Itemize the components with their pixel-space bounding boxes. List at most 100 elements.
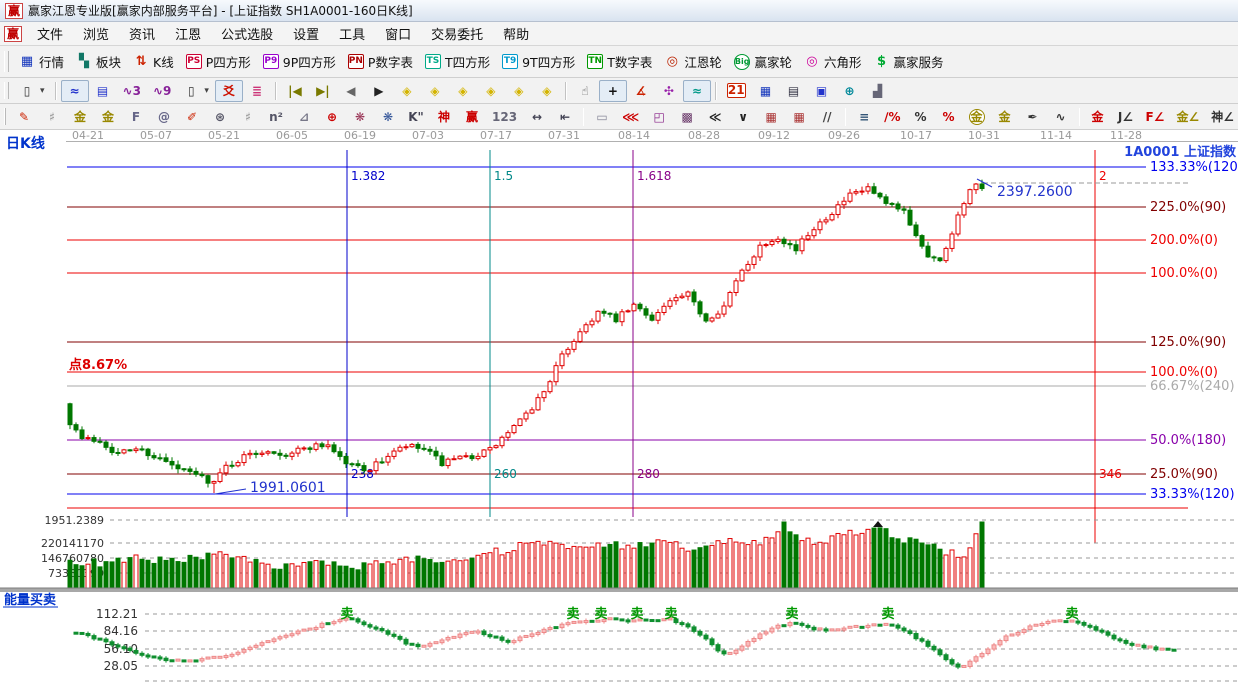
next-page-button[interactable]: ▶ [365,80,393,102]
diamond-right-button[interactable]: ◈ [421,80,449,102]
ink-brush-button[interactable]: ✒ [1019,106,1047,128]
svg-text:09-12: 09-12 [758,130,790,142]
gold-angle2-button[interactable]: 金∠ [1171,106,1206,128]
diamond-left-button[interactable]: ◈ [393,80,421,102]
angle-ruler-button[interactable]: ⊿ [290,106,318,128]
remote-data-button[interactable]: ▟ [864,80,892,102]
marker-pen-button[interactable]: ✐ [178,106,206,128]
sketch-teal-button[interactable]: ≈ [683,80,711,102]
wave9-button[interactable]: ∿9 [147,80,177,102]
price-grid-button[interactable]: ▦ [757,106,785,128]
spider-web-red-button[interactable]: ❋ [346,106,374,128]
winner-wheel-button[interactable]: Big赢家轮 [728,49,798,74]
calculator-button[interactable]: ▦ [752,80,780,102]
toolbar-grip[interactable] [4,82,9,100]
percent-strike-button[interactable]: ∕% [878,106,906,128]
refresh-net-button[interactable]: ⊕ [836,80,864,102]
gold-angle-button[interactable]: 金 [1084,106,1112,128]
f-angle-button[interactable]: F∠ [1140,106,1171,128]
t-square-button[interactable]: TST四方形 [419,49,496,74]
diamond-cross-button[interactable]: ◈ [505,80,533,102]
slant-lines-button[interactable]: // [813,106,841,128]
fan-box-purple-button[interactable]: ◰ [645,106,673,128]
kline-button[interactable]: ⇅K线 [127,49,180,74]
scale-stats-button[interactable]: ≡ [850,106,878,128]
ying-grid-button[interactable]: 赢 [458,106,486,128]
t9-square-button[interactable]: T99T四方形 [496,49,581,74]
spider-web-blue-button[interactable]: ❋ [374,106,402,128]
shen-grid-button[interactable]: 神 [430,106,458,128]
percent-line-button[interactable]: % [935,106,963,128]
calendar-button[interactable]: 21 [721,80,752,101]
first-page-button[interactable]: |◀ [281,80,309,102]
p-number-button[interactable]: PNP数字表 [342,49,419,74]
menu-item-6[interactable]: 工具 [329,22,375,45]
wave-check-button[interactable]: ∨ [729,106,757,128]
gann-circle-button[interactable]: ⊛ [206,106,234,128]
blueprint-button[interactable]: ▤ [89,80,117,102]
price-grid-alt-button[interactable]: ▦ [785,106,813,128]
n-square-button[interactable]: n² [262,106,290,128]
h-span-bound-button[interactable]: ⇤ [551,106,579,128]
diamond-move-button[interactable]: ◈ [533,80,561,102]
j-angle-button[interactable]: J∠ [1112,106,1140,128]
diamond-shrink-button[interactable]: ◈ [477,80,505,102]
pattern-red-button[interactable]: 爻 [215,80,243,102]
menu-item-9[interactable]: 帮助 [493,22,539,45]
angle-measure-button[interactable]: ∡ [627,80,655,102]
toolbar-grip[interactable] [4,108,6,126]
kline-chart-canvas[interactable]: 04-2105-0705-2106-0506-1907-0307-1707-31… [0,130,1238,685]
hand-tool-button[interactable]: ☝ [571,80,599,102]
hexagon-button[interactable]: ◎六角形 [798,49,868,74]
prev-page-button[interactable]: ◀ [337,80,365,102]
rect-measure-button[interactable]: ▭ [588,106,616,128]
h-span-button[interactable]: ↔ [523,106,551,128]
diamond-expand-button[interactable]: ◈ [449,80,477,102]
sketch-blue-button[interactable]: ≈ [61,80,89,102]
volume-profile-button[interactable]: ≣ [243,80,271,102]
crosshair-button[interactable]: + [599,80,627,102]
web-box-button[interactable]: ▩ [673,106,701,128]
wave3-button[interactable]: ∿3 [117,80,147,102]
spiral-button[interactable]: @ [150,106,178,128]
wave-band-button[interactable]: ∿ [1047,106,1075,128]
gann-wheel-button[interactable]: ◎江恩轮 [658,49,728,74]
chart-style-dropdown[interactable]: ▯▾ [13,80,51,102]
candle-style-dropdown[interactable]: ▯▾ [177,80,215,102]
service-button[interactable]: $赢家服务 [867,49,949,74]
gann-scale-button[interactable]: ♯ [38,106,66,128]
quotes-button[interactable]: ▦行情 [13,49,70,74]
menu-item-4[interactable]: 公式选股 [211,22,283,45]
p9-square-button[interactable]: P99P四方形 [257,49,342,74]
fan-lines-button[interactable]: ≪ [701,106,729,128]
sectors-button[interactable]: ▚板块 [70,49,127,74]
menu-item-0[interactable]: 文件 [27,22,73,45]
p-square-button[interactable]: PSP四方形 [180,49,257,74]
fan-lines-red-button[interactable]: ⋘ [616,106,645,128]
percent-button[interactable]: % [907,106,935,128]
target-circle-button[interactable]: ⊕ [318,106,346,128]
shen-angle-button[interactable]: 神∠ [1205,106,1238,128]
menu-item-8[interactable]: 交易委托 [421,22,493,45]
toolbar-grip[interactable] [4,51,9,73]
menu-item-5[interactable]: 设置 [283,22,329,45]
menu-item-2[interactable]: 资讯 [119,22,165,45]
scale-comb-button[interactable]: ♯ [234,106,262,128]
menu-item-1[interactable]: 浏览 [73,22,119,45]
draw-pen-button[interactable]: ✎ [10,106,38,128]
last-page-button[interactable]: ▶| [309,80,337,102]
save-button[interactable]: ▣ [808,80,836,102]
menu-item-7[interactable]: 窗口 [375,22,421,45]
gann-fan-purple-button[interactable]: ✣ [655,80,683,102]
k-mark-button[interactable]: K" [402,106,430,128]
fib-grid-button[interactable]: F [122,106,150,128]
gold-circle-button[interactable]: 金 [963,106,991,128]
gold-level-button[interactable]: 金 [991,106,1019,128]
notes-button[interactable]: ▤ [780,80,808,102]
t-number-button[interactable]: TNT数字表 [581,49,658,74]
gold-grid-button[interactable]: 金 [66,106,94,128]
menu-item-3[interactable]: 江恩 [165,22,211,45]
number-grid-button[interactable]: 123 [486,106,523,128]
pane-divider[interactable] [0,588,1238,592]
gold-grid-alt-button[interactable]: 金 [94,106,122,128]
